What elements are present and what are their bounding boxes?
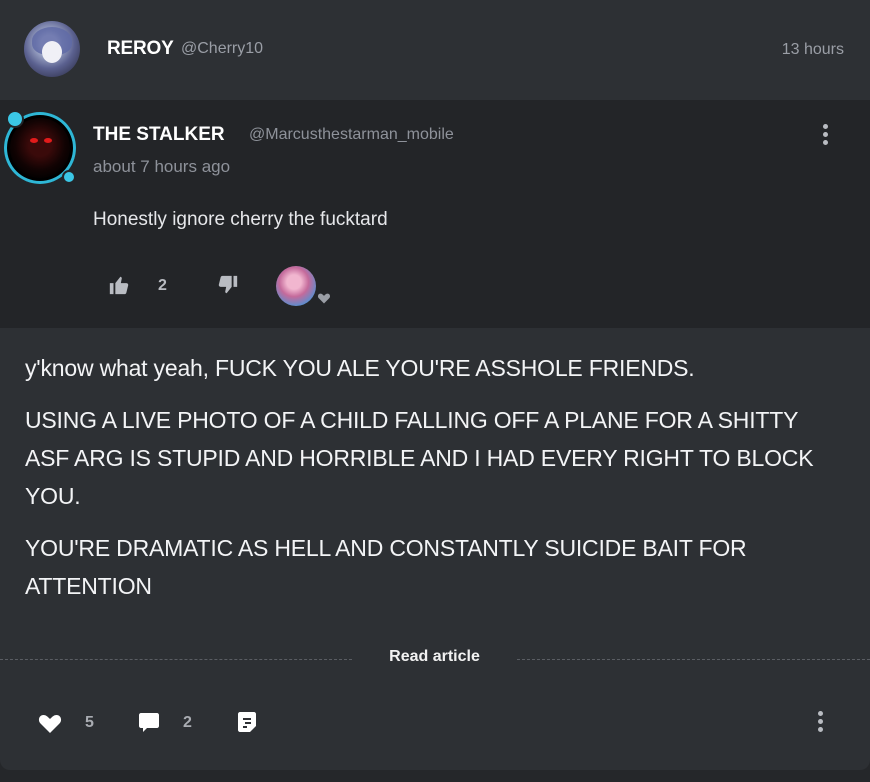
thumbs-down-icon[interactable] xyxy=(217,274,239,296)
comment-count: 2 xyxy=(183,714,192,731)
quoted-text: Honestly ignore cherry the fucktard xyxy=(93,209,388,230)
quoted-more-options-icon[interactable] xyxy=(817,124,833,152)
author-avatar[interactable] xyxy=(24,21,80,77)
more-options-icon[interactable] xyxy=(812,711,828,739)
post-paragraph: YOU'RE DRAMATIC AS HELL AND CONSTANTLY S… xyxy=(25,535,747,599)
quoted-author-name[interactable]: THE STALKER xyxy=(93,124,225,146)
post-header: REROY @Cherry10 13 hours xyxy=(0,0,870,100)
avatar-badge xyxy=(62,170,76,184)
quoted-author-avatar[interactable] xyxy=(4,110,76,184)
post-time[interactable]: 13 hours xyxy=(782,41,844,59)
divider xyxy=(0,659,352,660)
thumbs-up-icon[interactable] xyxy=(108,274,130,296)
post-card: REROY @Cherry10 13 hours THE STALKER @Ma… xyxy=(0,0,870,770)
like-count: 5 xyxy=(85,714,94,731)
avatar-face xyxy=(42,41,62,63)
post-body: y'know what yeah, FUCK YOU ALE YOU'RE AS… xyxy=(25,349,845,619)
avatar-badge xyxy=(6,110,24,128)
reactor-avatar[interactable] xyxy=(276,266,316,306)
post-paragraph: USING A LIVE PHOTO OF A CHILD FALLING OF… xyxy=(25,407,814,509)
author-name[interactable]: REROY xyxy=(107,38,174,60)
avatar-eye xyxy=(30,138,38,143)
quoted-time: about 7 hours ago xyxy=(93,157,231,176)
share-icon[interactable] xyxy=(236,710,258,734)
post-paragraph: y'know what yeah, FUCK YOU ALE YOU'RE AS… xyxy=(25,355,695,381)
author-handle[interactable]: @Cherry10 xyxy=(181,40,263,58)
avatar-eye xyxy=(44,138,52,143)
heart-icon[interactable] xyxy=(38,712,62,734)
heart-icon xyxy=(317,293,331,304)
comment-icon[interactable] xyxy=(137,710,161,734)
read-article-button[interactable]: Read article xyxy=(352,648,517,666)
quoted-like-count: 2 xyxy=(158,277,167,294)
divider xyxy=(517,659,870,660)
quoted-author-handle[interactable]: @Marcusthestarman_mobile xyxy=(249,126,454,144)
